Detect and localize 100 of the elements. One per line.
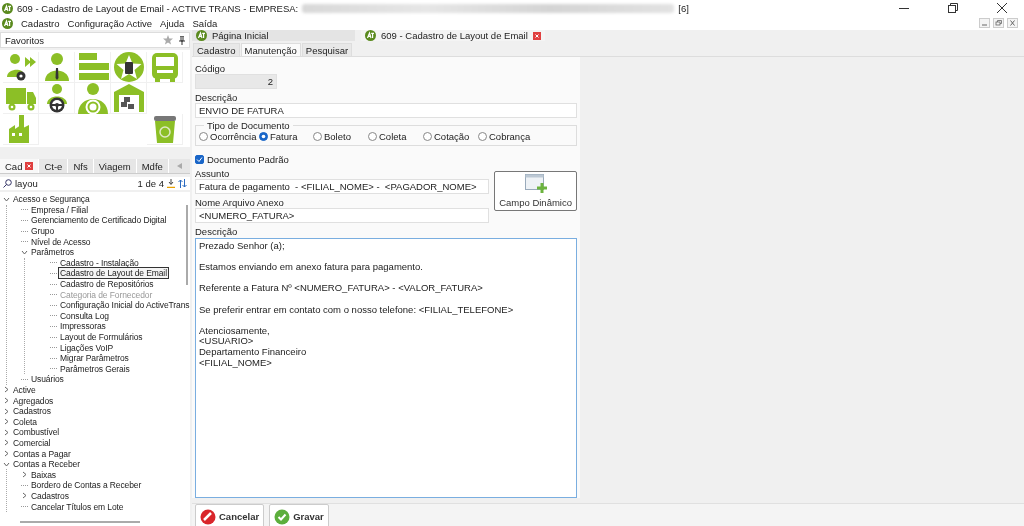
tree-item[interactable]: Consulta Log [59, 310, 110, 321]
save-button[interactable]: Gravar [269, 504, 329, 526]
form-tab[interactable]: Manutenção [240, 43, 301, 56]
search-result-count: 1 de 4 [137, 178, 164, 189]
no-entry-icon [200, 508, 216, 525]
document-tab[interactable]: Página Inicial [192, 30, 355, 41]
chevron-right-icon[interactable] [3, 418, 10, 426]
tree-item[interactable]: Empresa / Filial [30, 204, 89, 215]
side-tab[interactable]: Nfs [68, 159, 94, 173]
radio-icon[interactable] [313, 132, 322, 141]
subject-field[interactable]: Fatura de pagamento - <FILIAL_NOME> - <PAGADOR_NOME> [195, 179, 490, 194]
radio-icon[interactable] [368, 132, 377, 141]
window-add-icon [524, 174, 547, 194]
default-document-checkbox[interactable]: Documento Padrão [195, 154, 577, 165]
chevron-right-icon[interactable] [3, 386, 10, 394]
document-tab[interactable]: 609 - Cadastro de Layout de Email [361, 30, 545, 41]
radio-option[interactable]: Cotação [423, 131, 478, 142]
tree-item[interactable]: Agregados [12, 395, 55, 406]
close-icon[interactable] [996, 3, 1007, 13]
menu-item[interactable]: Cadastro [21, 17, 60, 29]
tree-item[interactable]: Active [12, 385, 37, 395]
tree-item[interactable]: Cadastros [12, 406, 52, 417]
tree-item[interactable]: Parâmetros [30, 247, 75, 258]
dynamic-field-button[interactable]: Campo Dinâmico [494, 171, 577, 211]
star-icon[interactable] [163, 35, 173, 45]
chevron-right-icon[interactable] [3, 428, 10, 436]
radio-icon[interactable] [478, 132, 487, 141]
chevron-right-icon[interactable] [3, 450, 10, 458]
window-title-suffix: [6] [678, 2, 689, 14]
tree-item[interactable]: Usuários [30, 374, 65, 385]
radio-icon[interactable] [423, 132, 432, 141]
tree-item[interactable]: Baixas [30, 469, 57, 480]
chevron-down-icon[interactable] [3, 195, 10, 203]
side-tab[interactable]: Cad [0, 159, 40, 173]
field-label: Descrição [195, 92, 239, 103]
radio-option[interactable]: Coleta [368, 131, 423, 142]
description-field[interactable]: ENVIO DE FATURA [195, 103, 577, 118]
sort-icon[interactable] [178, 179, 187, 188]
menu-item[interactable]: Saída [192, 17, 218, 29]
search-field[interactable]: layou 1 de 4 [0, 177, 190, 190]
tree-item[interactable]: Ligações VoIP [59, 342, 115, 353]
download-icon[interactable] [167, 179, 175, 188]
form-tab[interactable]: Pesquisar [301, 43, 353, 56]
person-gear-icon[interactable] [4, 51, 37, 83]
radio-icon[interactable] [199, 132, 208, 141]
code-field[interactable]: 2 [195, 74, 277, 89]
pin-icon[interactable] [179, 35, 185, 45]
tree-item[interactable]: Comercial [12, 437, 52, 448]
tree-item[interactable]: Impressoras [59, 321, 107, 332]
tree-item[interactable]: Configuração Inicial do ActiveTrans [59, 300, 191, 311]
cancel-button[interactable]: Cancelar [195, 504, 265, 526]
checkbox-checked-icon[interactable] [195, 155, 204, 164]
field-label: Código [195, 63, 227, 74]
radio-option[interactable]: Cobrança [478, 131, 533, 142]
chevron-down-icon[interactable] [21, 248, 28, 256]
tree-item[interactable]: Nível de Acesso [30, 236, 92, 247]
radio-checked-icon[interactable] [259, 132, 268, 141]
menu-item[interactable]: Configuração Active [67, 17, 153, 29]
tree-item[interactable]: Acesso e Segurança [12, 194, 91, 205]
menu-item[interactable]: Ajuda [160, 17, 185, 29]
email-body-field[interactable]: Prezado Senhor (a); Estamos enviando em anexo fatura para pagamento. Referente a Fatura Nº <NUMERO_FATURA> - <VALOR_FATURA> Se preferir entrar em contato com o nosso telefone: <FILIAL_TELEFONE> Atenciosamente, <USUARIO> Departamento Financeiro <FILIAL_NOME> [195, 238, 577, 498]
tree-item[interactable]: Grupo [30, 226, 56, 237]
check-icon [274, 508, 291, 525]
chevron-right-icon[interactable] [3, 397, 10, 405]
tree-item[interactable]: Cadastro - Instalação [59, 257, 140, 268]
tree-item[interactable]: Cadastro de Layout de Email [59, 268, 168, 279]
chevron-right-icon[interactable] [3, 407, 10, 415]
side-tab[interactable]: Ct-e [39, 159, 69, 173]
warehouse-icon[interactable] [112, 82, 145, 114]
tree-item[interactable]: Migrar Parâmetros [59, 353, 130, 364]
favorites-title: Favoritos [5, 34, 46, 46]
tree-item[interactable]: Contas a Pagar [12, 448, 72, 459]
tree-item[interactable]: Gerenciamento de Certificado Digital [30, 215, 168, 226]
tree-item[interactable]: Combustível [12, 427, 61, 438]
chevron-right-icon[interactable] [3, 439, 10, 447]
restore-icon[interactable] [947, 3, 958, 13]
chevron-right-icon[interactable] [21, 492, 28, 500]
group-label: Tipo de Documento [206, 120, 291, 131]
radio-option[interactable]: Ocorrência [199, 131, 259, 142]
attachment-name-field[interactable]: <NUMERO_FATURA> [195, 208, 490, 223]
tree-item[interactable]: Cadastro de Repositórios [59, 279, 155, 290]
side-tab[interactable]: Viagem [93, 159, 137, 173]
side-tab[interactable]: Mdfe [136, 159, 169, 173]
chevron-right-icon[interactable] [21, 471, 28, 479]
tree-item[interactable]: Cadastros [30, 490, 70, 501]
tree-item[interactable]: Coleta [12, 416, 38, 427]
field-label: Nome Arquivo Anexo [195, 197, 285, 208]
search-icon [3, 179, 12, 188]
window-title: 609 - Cadastro de Layout de Email - ACTIVE TRANS - EMPRESA: [17, 2, 299, 14]
radio-option[interactable]: Boleto [313, 131, 368, 142]
tree-item[interactable]: Parâmetros Gerais [59, 363, 131, 374]
radio-option[interactable]: Fatura [259, 131, 313, 142]
chevron-down-icon[interactable] [3, 460, 10, 468]
tree-item[interactable]: Bordero de Contas a Receber [30, 480, 143, 491]
tree-item[interactable]: Contas a Receber [12, 459, 81, 470]
form-tab[interactable]: Cadastro [193, 43, 240, 56]
tree-item[interactable]: Cancelar Títulos em Lote [30, 501, 125, 512]
scrollbar-thumb[interactable] [186, 205, 188, 285]
tree-item[interactable]: Layout de Formulários [59, 332, 144, 342]
scrollbar-thumb[interactable] [20, 521, 140, 523]
